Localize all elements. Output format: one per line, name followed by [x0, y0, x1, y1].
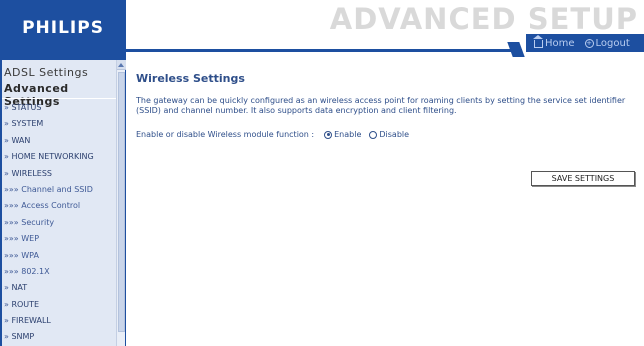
wireless-toggle-row: Enable or disable Wireless module functi…: [136, 130, 409, 139]
sidebar-item-label: WPA: [21, 250, 39, 260]
sidebar-item-wan[interactable]: » WAN: [2, 133, 116, 149]
sidebar-item-bullet: »»»: [4, 184, 22, 194]
sidebar-item-nat[interactable]: » NAT: [2, 280, 116, 296]
sidebar-item-label: WAN: [11, 135, 31, 145]
enable-radio[interactable]: [324, 130, 333, 139]
home-link[interactable]: Home: [533, 35, 575, 49]
top-nav: Home + Logout: [526, 34, 644, 52]
sidebar-item-label: ROUTE: [11, 299, 40, 309]
disable-radio[interactable]: [369, 130, 378, 139]
wireless-toggle-label: Enable or disable Wireless module functi…: [136, 130, 315, 139]
home-icon: [533, 35, 543, 48]
sidebar-item-bullet: »»»: [4, 217, 22, 227]
sidebar-item-wep[interactable]: »»» WEP: [2, 231, 116, 247]
sidebar-section-adsl[interactable]: ADSL Settings: [2, 66, 88, 79]
sidebar-panel: ADSL Settings Advanced Settings » STATUS…: [2, 60, 116, 346]
sidebar-item-label: NAT: [11, 283, 28, 293]
logout-link[interactable]: + Logout: [584, 37, 630, 49]
sidebar-item-wireless[interactable]: » WIRELESS: [2, 166, 116, 182]
sidebar-item-firewall[interactable]: » FIREWALL: [2, 313, 116, 329]
sidebar-scrollbar[interactable]: [116, 60, 126, 346]
sidebar-item-label: Security: [21, 217, 55, 227]
sidebar-item-system[interactable]: » SYSTEM: [2, 116, 116, 132]
sidebar-item-802-1x[interactable]: »»» 802.1X: [2, 264, 116, 280]
sidebar-item-wpa[interactable]: »»» WPA: [2, 248, 116, 264]
header: PHILIPS ADVANCED SETUP Home + Logout: [0, 0, 644, 58]
disable-radio-label: Disable: [379, 130, 410, 139]
brand-logo-text: PHILIPS: [22, 18, 104, 38]
sidebar-item-bullet: »»»: [4, 250, 22, 260]
sidebar-item-label: HOME NETWORKING: [11, 152, 94, 162]
logout-label: Logout: [595, 37, 630, 49]
sidebar-item-label: Channel and SSID: [21, 184, 93, 194]
sidebar: ADSL Settings Advanced Settings » STATUS…: [0, 58, 126, 346]
sidebar-menu: » STATUS» SYSTEM» WAN» HOME NETWORKING» …: [2, 100, 116, 346]
sidebar-item-bullet: »»»: [4, 266, 22, 276]
sidebar-item-channel-and-ssid[interactable]: »»» Channel and SSID: [2, 182, 116, 198]
home-label: Home: [545, 37, 575, 49]
page-banner: ADVANCED SETUP: [329, 2, 638, 36]
sidebar-item-home-networking[interactable]: » HOME NETWORKING: [2, 149, 116, 165]
sidebar-item-label: WEP: [21, 234, 40, 244]
enable-radio-option[interactable]: Enable: [324, 130, 361, 139]
sidebar-item-label: STATUS: [11, 103, 42, 112]
scroll-up-arrow-icon[interactable]: [117, 60, 126, 70]
sidebar-item-label: SYSTEM: [11, 119, 44, 129]
save-settings-button[interactable]: SAVE SETTINGS: [531, 171, 635, 186]
sidebar-item-status[interactable]: » STATUS: [2, 100, 116, 116]
page-description: The gateway can be quickly configured as…: [136, 96, 626, 115]
sidebar-item-bullet: »»»: [4, 234, 22, 244]
sidebar-item-label: 802.1X: [21, 266, 50, 276]
sidebar-item-label: Access Control: [21, 201, 81, 211]
main-content: Wireless Settings The gateway can be qui…: [126, 58, 644, 346]
sidebar-item-snmp[interactable]: » SNMP: [2, 329, 116, 345]
sidebar-item-security[interactable]: »»» Security: [2, 215, 116, 231]
logo: PHILIPS: [0, 0, 126, 58]
sidebar-item-label: SNMP: [11, 332, 35, 342]
sidebar-item-label: FIREWALL: [11, 316, 51, 326]
disable-radio-option[interactable]: Disable: [369, 130, 409, 139]
scrollbar-thumb[interactable]: [118, 72, 125, 332]
sidebar-item-label: WIRELESS: [11, 168, 52, 178]
sidebar-divider: [2, 98, 116, 99]
page-title: Wireless Settings: [136, 72, 245, 85]
sidebar-item-access-control[interactable]: »»» Access Control: [2, 198, 116, 214]
enable-radio-label: Enable: [334, 130, 362, 139]
header-divider: [126, 42, 525, 57]
logout-icon: +: [584, 38, 594, 48]
sidebar-item-bullet: »»»: [4, 201, 22, 211]
sidebar-item-route[interactable]: » ROUTE: [2, 297, 116, 313]
